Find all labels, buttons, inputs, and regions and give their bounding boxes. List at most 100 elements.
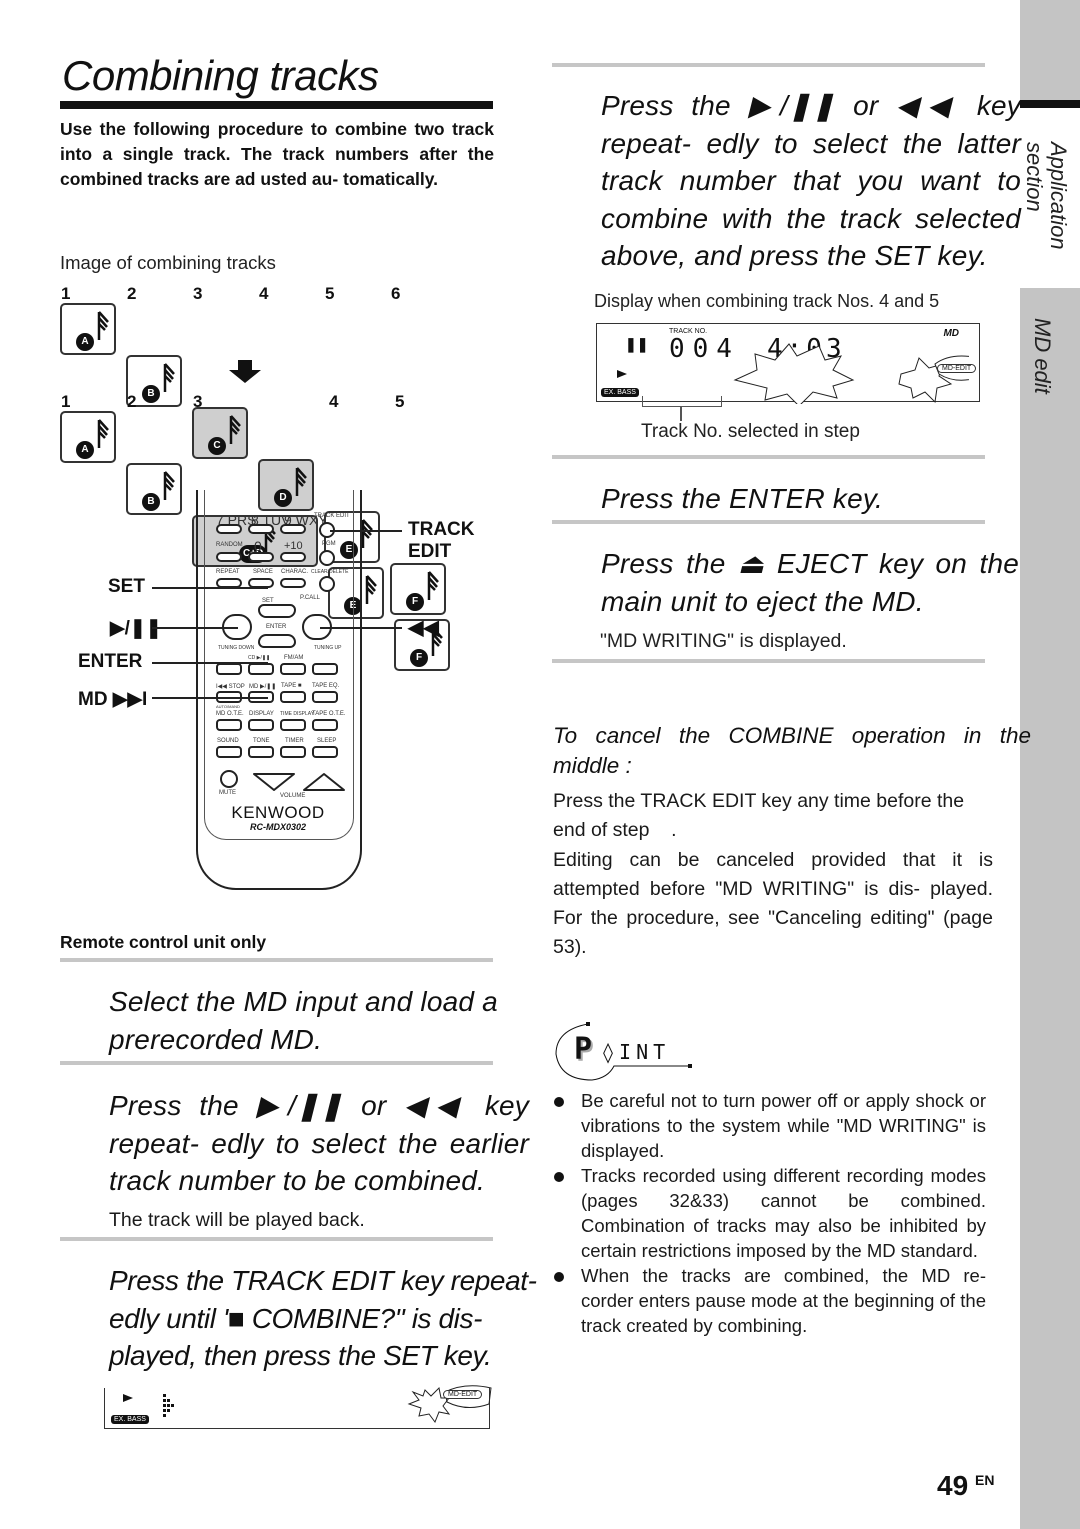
track-letter-badge: B [142,493,160,511]
auto-mand-label: AUTO/MAND [216,704,240,709]
pause-icon: ❚❚ [625,336,649,352]
track-letter-badge: F [410,649,428,667]
callout-enter: ENTER [78,651,143,672]
volume-keys[interactable] [252,770,352,794]
time-display-label: TIME DISPLAY [280,711,315,717]
point-item: When the tracks are combined, the MD re-… [552,1263,986,1338]
track-box: A [60,303,116,355]
track-number-label: 2 [127,284,137,303]
md-ote-key[interactable] [216,719,242,731]
exbass-indicator: EX. BASS [601,388,639,397]
tape-stop-label: TAPE ■ [281,683,302,689]
enter-key-label: ENTER [266,624,287,630]
display-label: DISPLAY [249,711,274,717]
point-list: Be careful not to turn power off or appl… [552,1088,986,1338]
track-number-label: 5 [325,284,335,303]
enter-key[interactable] [258,634,296,648]
leader-play-pause [152,627,238,629]
track-number-label: 4 [329,392,339,411]
time-display-key[interactable] [280,719,306,731]
leader-track-edit [330,530,402,532]
track-number-label: 6 [391,284,401,303]
pgm-key[interactable] [319,550,335,566]
diagram-caption: Image of combining tracks [60,252,276,273]
point-item: Be careful not to turn power off or appl… [552,1088,986,1163]
key-repeat-label: REPEAT [216,569,240,575]
rule-top-right [552,63,985,67]
point-logo-p: P [574,1032,593,1067]
display-key[interactable] [248,719,274,731]
step-1-text: Select the MD input and load a prerecord… [109,986,498,1055]
sleep-key[interactable] [312,746,338,758]
sound-key[interactable] [216,746,242,758]
step-6-text: Press the ⏏ EJECT key on the main unit t… [601,548,1019,617]
point-item: Tracks recorded using different recordin… [552,1163,986,1263]
callout-track-edit-line1: TRACK [408,519,475,540]
track-display: TRACK NO. ❚❚ 004 4:03 MD EX. BASS MD-EDI… [596,323,980,404]
timer-key[interactable] [280,746,306,758]
fm-am-label: FM/AM [284,655,304,661]
title-rule [60,101,493,109]
tracks-after-row: 1A2B3C+D4E5F [60,392,450,671]
tape-ote-key[interactable] [312,719,338,731]
step-6-sub: "MD WRITING" is displayed. [600,630,847,652]
cd-play-key[interactable] [248,663,274,675]
key-charac-label: CHARAC. [281,569,309,575]
mute-key[interactable] [220,770,238,788]
callout-md-next: MD ▶▶I [78,689,148,710]
exbass-indicator: EX. BASS [111,1415,149,1424]
fm-am-key[interactable] [280,663,306,675]
remote-caption: Remote control unit only [60,932,267,952]
track-box: B [126,463,182,515]
combine-display: EX. BASS MD-EDIT [104,1385,492,1429]
tone-key[interactable] [248,746,274,758]
clear-delete-key[interactable] [319,576,335,592]
key-9[interactable] [280,524,306,534]
rule-step-2 [60,1237,493,1241]
key-plus10[interactable] [280,552,306,562]
charac-key[interactable] [280,578,306,588]
bracket-track-number [642,396,722,407]
md-play-label: MD ▶/❚❚ [249,684,277,690]
track-letter-badge: F [406,593,424,611]
random-key[interactable] [216,552,242,562]
page-number: 49 [937,1470,969,1501]
key-plus10-label: +10 [284,540,303,552]
bracket-stem [680,407,682,421]
play-indicator-icon [617,370,627,378]
set-key[interactable] [258,604,296,618]
leader-set [152,587,268,589]
key-7[interactable] [216,524,242,534]
timer-label: TIMER [285,738,304,744]
tuning-down-key[interactable] [216,663,242,675]
callout-set: SET [108,576,145,597]
rule-remote [60,958,493,962]
intro-paragraph: Use the following procedure to combine t… [60,119,494,189]
md-ote-label: MD O.T.E. [216,711,244,717]
track-letter-badge: C [208,437,226,455]
sound-label: SOUND [217,738,239,744]
tuning-up-key[interactable] [312,663,338,675]
tape-eq-label: TAPE EQ. [312,683,340,689]
md-edit-indicator: MD-EDIT [443,1390,483,1399]
key-8[interactable] [248,524,274,534]
track-letter-badge: A [76,333,94,351]
track-box: C [192,407,248,459]
display-annotation: Track No. selected in step [641,421,860,442]
blink-burst-icon [733,343,969,404]
cancel-heading: To cancel the COMBINE operation in the m… [553,723,1031,778]
play-indicator-icon [123,1394,133,1402]
cancel-paragraph-2: Editing can be canceled provided that it… [553,849,993,958]
key-0[interactable] [248,552,274,562]
track-number-label: 2 [127,392,137,411]
tape-stop-key[interactable] [280,691,306,703]
tape-eq-key[interactable] [312,691,338,703]
callout-play-pause: ▶/❚❚ [110,618,162,639]
page-lang: EN [975,1472,995,1488]
leader-rewind [320,627,402,629]
point-logo: P ◊INT [552,1020,702,1082]
tuning-up-label: TUNING UP [314,645,342,651]
track-box: F [390,563,446,615]
brand-logo: KENWOOD [231,803,325,822]
track-number-label: 1 [61,284,71,303]
